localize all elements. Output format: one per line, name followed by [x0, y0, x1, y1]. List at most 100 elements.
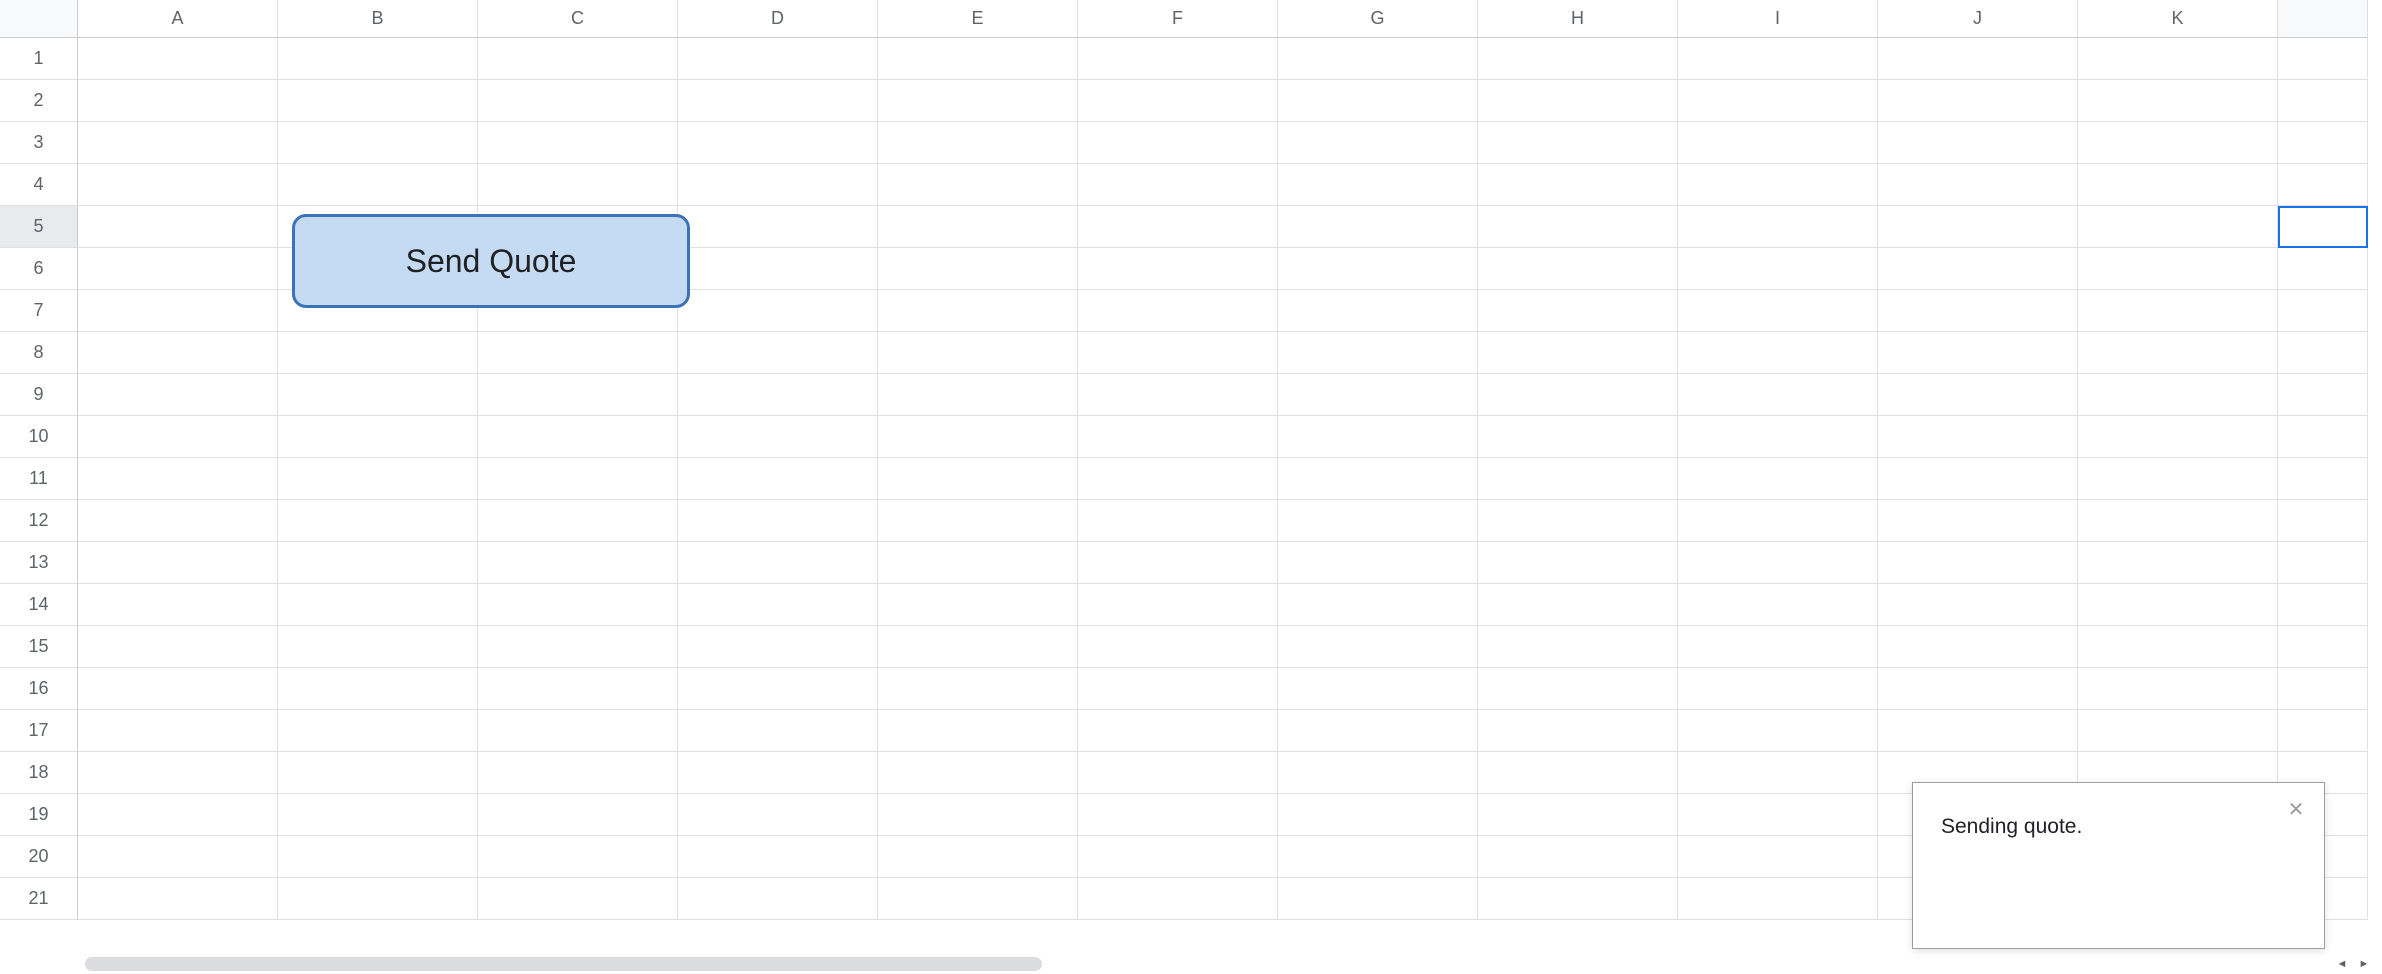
cell-f12[interactable] — [1078, 500, 1278, 542]
cell-d5[interactable] — [678, 206, 878, 248]
cell-a18[interactable] — [78, 752, 278, 794]
cell-h12[interactable] — [1478, 500, 1678, 542]
cell-e7[interactable] — [878, 290, 1078, 332]
cell-g21[interactable] — [1278, 878, 1478, 920]
cell-partial-8[interactable] — [2278, 332, 2368, 374]
cell-f20[interactable] — [1078, 836, 1278, 878]
horizontal-scrollbar[interactable] — [85, 957, 1042, 971]
column-header-g[interactable]: G — [1278, 0, 1478, 38]
cell-h13[interactable] — [1478, 542, 1678, 584]
cell-i16[interactable] — [1678, 668, 1878, 710]
cell-j2[interactable] — [1878, 80, 2078, 122]
cell-d13[interactable] — [678, 542, 878, 584]
cell-h19[interactable] — [1478, 794, 1678, 836]
cell-e18[interactable] — [878, 752, 1078, 794]
cell-k4[interactable] — [2078, 164, 2278, 206]
cell-b4[interactable] — [278, 164, 478, 206]
cell-a7[interactable] — [78, 290, 278, 332]
cell-g10[interactable] — [1278, 416, 1478, 458]
cell-k11[interactable] — [2078, 458, 2278, 500]
cell-k17[interactable] — [2078, 710, 2278, 752]
cell-j7[interactable] — [1878, 290, 2078, 332]
cell-e9[interactable] — [878, 374, 1078, 416]
cell-f19[interactable] — [1078, 794, 1278, 836]
cell-i8[interactable] — [1678, 332, 1878, 374]
cell-i10[interactable] — [1678, 416, 1878, 458]
column-header-b[interactable]: B — [278, 0, 478, 38]
cell-h15[interactable] — [1478, 626, 1678, 668]
cell-i20[interactable] — [1678, 836, 1878, 878]
cell-f8[interactable] — [1078, 332, 1278, 374]
cell-k8[interactable] — [2078, 332, 2278, 374]
cell-partial-4[interactable] — [2278, 164, 2368, 206]
cell-g9[interactable] — [1278, 374, 1478, 416]
cell-j9[interactable] — [1878, 374, 2078, 416]
cell-partial-7[interactable] — [2278, 290, 2368, 332]
cell-e6[interactable] — [878, 248, 1078, 290]
cell-partial-2[interactable] — [2278, 80, 2368, 122]
cell-k16[interactable] — [2078, 668, 2278, 710]
cell-f2[interactable] — [1078, 80, 1278, 122]
cell-h2[interactable] — [1478, 80, 1678, 122]
cell-e15[interactable] — [878, 626, 1078, 668]
cell-b2[interactable] — [278, 80, 478, 122]
cell-e5[interactable] — [878, 206, 1078, 248]
cell-f15[interactable] — [1078, 626, 1278, 668]
cell-e3[interactable] — [878, 122, 1078, 164]
scroll-left-icon[interactable]: ◄ — [2332, 956, 2352, 972]
row-header-2[interactable]: 2 — [0, 80, 78, 122]
cell-f11[interactable] — [1078, 458, 1278, 500]
cell-g18[interactable] — [1278, 752, 1478, 794]
cell-h8[interactable] — [1478, 332, 1678, 374]
cell-f10[interactable] — [1078, 416, 1278, 458]
row-header-11[interactable]: 11 — [0, 458, 78, 500]
cell-a19[interactable] — [78, 794, 278, 836]
cell-g2[interactable] — [1278, 80, 1478, 122]
cell-i21[interactable] — [1678, 878, 1878, 920]
cell-a1[interactable] — [78, 38, 278, 80]
cell-d9[interactable] — [678, 374, 878, 416]
cell-i14[interactable] — [1678, 584, 1878, 626]
cell-j17[interactable] — [1878, 710, 2078, 752]
cell-k9[interactable] — [2078, 374, 2278, 416]
cell-g5[interactable] — [1278, 206, 1478, 248]
cell-c10[interactable] — [478, 416, 678, 458]
cell-a3[interactable] — [78, 122, 278, 164]
cell-j15[interactable] — [1878, 626, 2078, 668]
cell-c4[interactable] — [478, 164, 678, 206]
cell-i18[interactable] — [1678, 752, 1878, 794]
row-header-5[interactable]: 5 — [0, 206, 78, 248]
cell-g3[interactable] — [1278, 122, 1478, 164]
cell-c21[interactable] — [478, 878, 678, 920]
cell-j1[interactable] — [1878, 38, 2078, 80]
cell-h1[interactable] — [1478, 38, 1678, 80]
cell-d14[interactable] — [678, 584, 878, 626]
cell-h5[interactable] — [1478, 206, 1678, 248]
cell-h6[interactable] — [1478, 248, 1678, 290]
cell-partial-1[interactable] — [2278, 38, 2368, 80]
cell-h20[interactable] — [1478, 836, 1678, 878]
cell-a2[interactable] — [78, 80, 278, 122]
cell-c20[interactable] — [478, 836, 678, 878]
column-header-k[interactable]: K — [2078, 0, 2278, 38]
cell-k15[interactable] — [2078, 626, 2278, 668]
cell-k13[interactable] — [2078, 542, 2278, 584]
row-header-19[interactable]: 19 — [0, 794, 78, 836]
cell-b21[interactable] — [278, 878, 478, 920]
select-all-corner[interactable] — [0, 0, 78, 38]
cell-b19[interactable] — [278, 794, 478, 836]
cell-d20[interactable] — [678, 836, 878, 878]
cell-k3[interactable] — [2078, 122, 2278, 164]
cell-j12[interactable] — [1878, 500, 2078, 542]
cell-e8[interactable] — [878, 332, 1078, 374]
cell-a14[interactable] — [78, 584, 278, 626]
cell-a4[interactable] — [78, 164, 278, 206]
cell-c12[interactable] — [478, 500, 678, 542]
row-header-10[interactable]: 10 — [0, 416, 78, 458]
column-header-e[interactable]: E — [878, 0, 1078, 38]
cell-d10[interactable] — [678, 416, 878, 458]
cell-b8[interactable] — [278, 332, 478, 374]
cell-d6[interactable] — [678, 248, 878, 290]
cell-a8[interactable] — [78, 332, 278, 374]
cell-k7[interactable] — [2078, 290, 2278, 332]
